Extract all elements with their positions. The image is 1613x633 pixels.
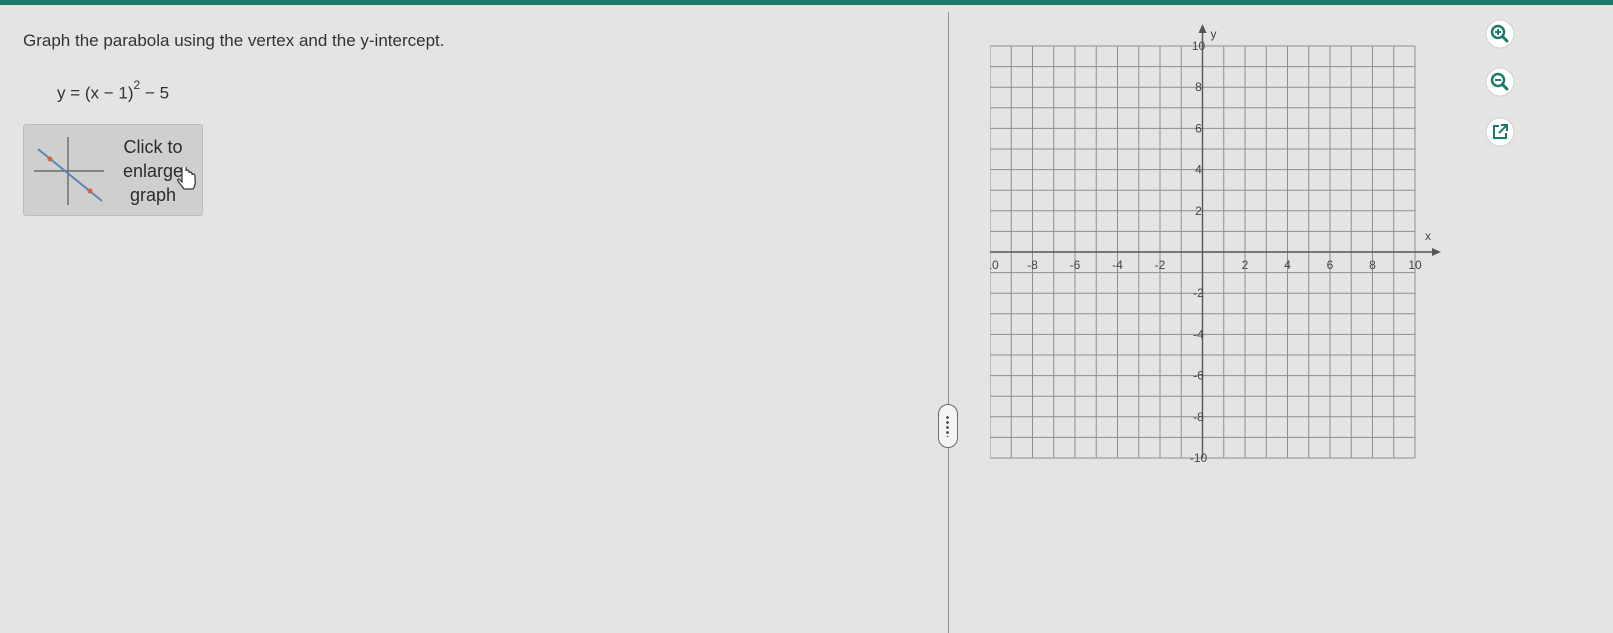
graph-thumbnail-icon	[34, 137, 104, 205]
y-tick-label: -8	[1193, 410, 1204, 424]
equation: y = (x − 1)2 − 5	[57, 78, 170, 104]
x-tick-label: 4	[1284, 258, 1291, 272]
x-tick-label: -4	[1112, 258, 1123, 272]
y-tick-label: 10	[1192, 39, 1206, 53]
x-tick-label: -2	[1155, 258, 1166, 272]
pane-divider	[948, 12, 949, 633]
enlarge-graph-button[interactable]: Click to enlarge graph	[23, 124, 203, 216]
hand-cursor-icon	[177, 167, 196, 190]
x-tick-label: 10	[1408, 258, 1422, 272]
y-tick-label: -10	[1190, 451, 1208, 465]
enlarge-label-line1: Click to	[123, 137, 183, 157]
x-axis-arrow-icon	[1432, 248, 1441, 256]
y-tick-label: -6	[1193, 369, 1204, 383]
x-tick-label: 8	[1369, 258, 1376, 272]
x-axis-label: x	[1425, 229, 1431, 243]
question-prompt: Graph the parabola using the vertex and …	[23, 31, 445, 50]
y-tick-label: 6	[1195, 121, 1202, 135]
y-tick-label: 4	[1195, 163, 1202, 177]
y-tick-label: -2	[1193, 286, 1204, 300]
y-tick-label: 8	[1195, 80, 1202, 94]
equation-lhs: y = (x − 1)	[57, 83, 134, 103]
coordinate-grid[interactable]: x y -10 -8 -6 -4 -2 2 4 6 8 10 10 8 6 4 2 -2 -4 -6 -8 -10	[990, 22, 1490, 477]
x-tick-label: 2	[1242, 258, 1249, 272]
zoom-in-icon	[1485, 19, 1515, 49]
equation-exponent: 2	[133, 78, 141, 92]
external-link-icon	[1485, 117, 1515, 147]
zoom-in-button[interactable]	[1484, 18, 1516, 50]
x-tick-label: -10	[990, 258, 999, 272]
x-tick-label: -6	[1070, 258, 1081, 272]
x-tick-label: 6	[1327, 258, 1334, 272]
y-tick-label: -4	[1193, 327, 1204, 341]
zoom-out-button[interactable]	[1484, 66, 1516, 98]
popout-button[interactable]	[1484, 116, 1516, 148]
y-tick-label: 2	[1195, 204, 1202, 218]
x-tick-label: -8	[1027, 258, 1038, 272]
y-axis-arrow-icon	[1198, 24, 1207, 33]
equation-rhs: − 5	[140, 83, 170, 103]
pane-resize-handle[interactable]	[938, 404, 958, 448]
y-axis-label: y	[1211, 27, 1217, 41]
question-pane: Graph the parabola using the vertex and …	[0, 5, 948, 633]
zoom-out-icon	[1485, 67, 1515, 97]
